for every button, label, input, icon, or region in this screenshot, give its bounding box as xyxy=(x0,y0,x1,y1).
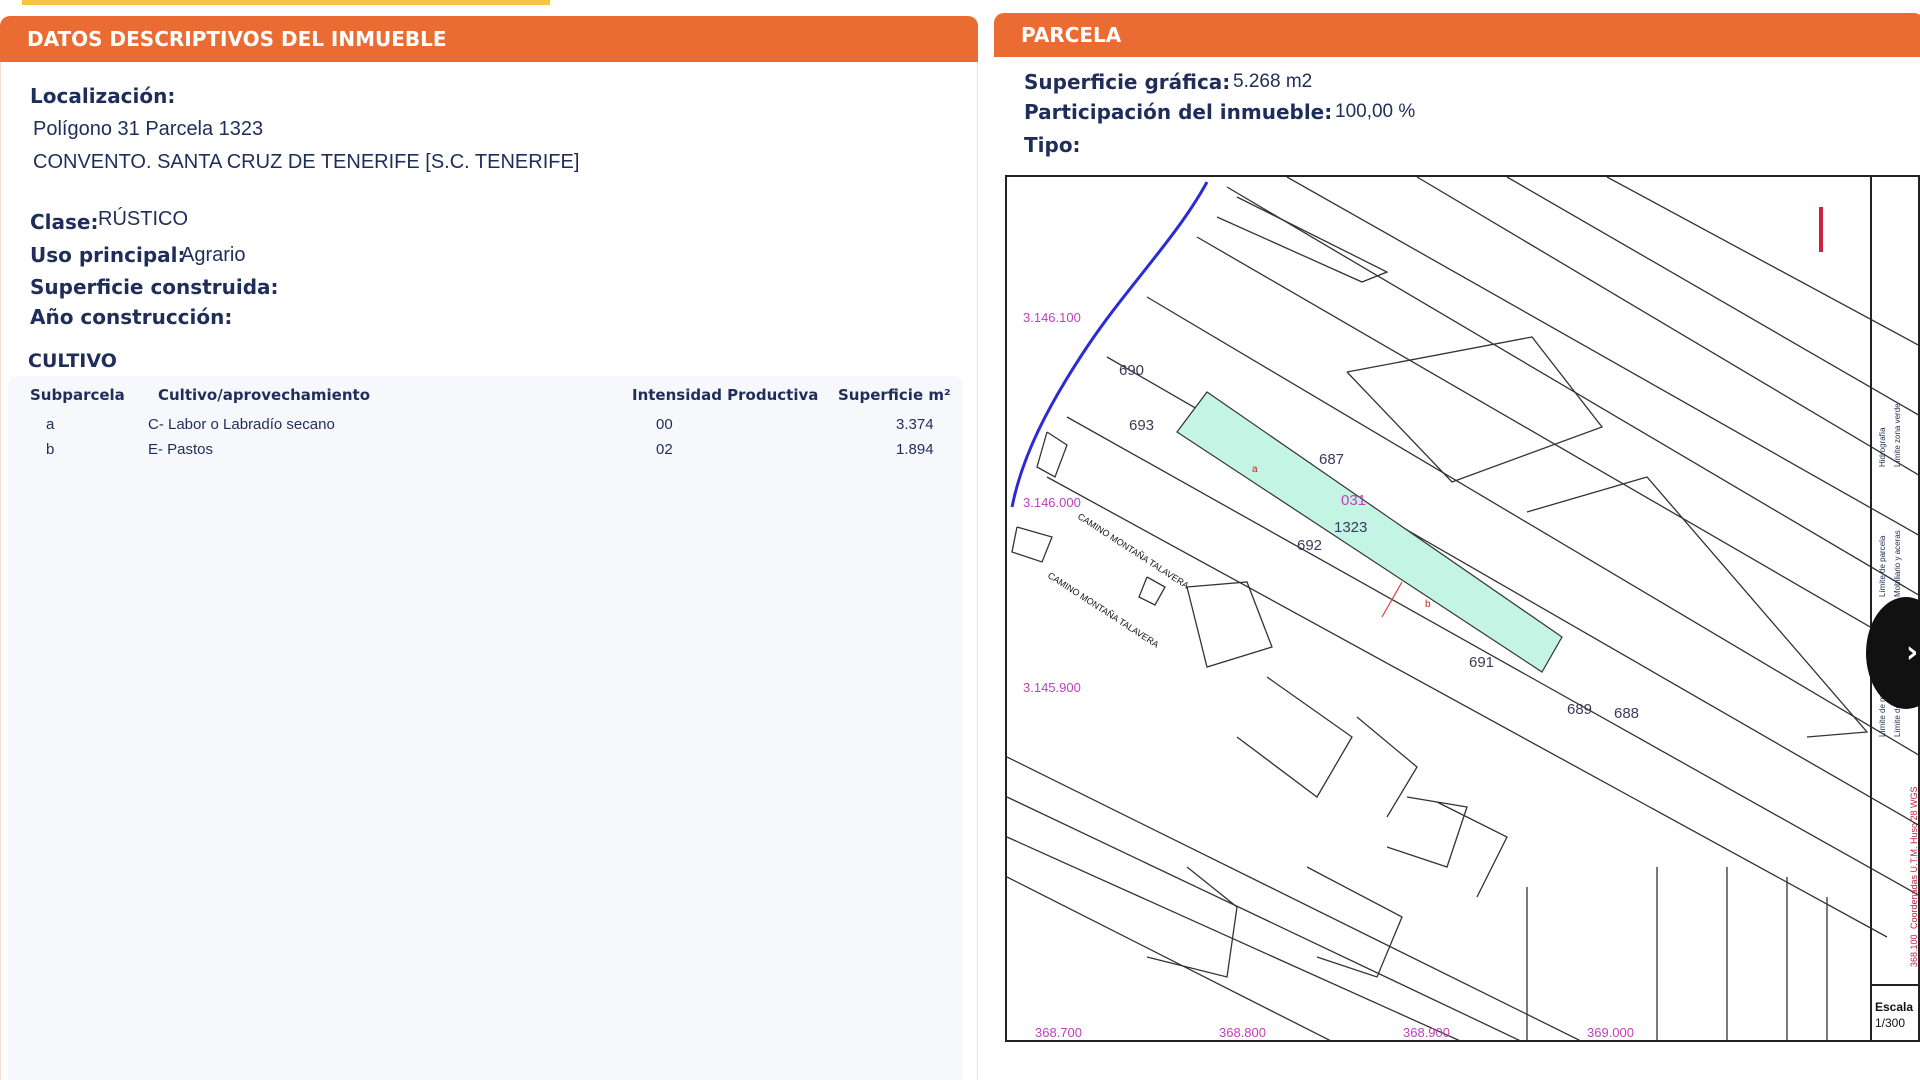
x-coord-368700: 368.700 xyxy=(1035,1025,1082,1040)
table-row-0-subparcela: a xyxy=(46,416,55,433)
parcel-number-688: 688 xyxy=(1614,705,1639,722)
map-subparcel-b: b xyxy=(1425,599,1431,610)
superficie-construida-label: Superficie construida: xyxy=(30,275,279,299)
clase-value: RÚSTICO xyxy=(98,208,188,230)
parcel-number-687: 687 xyxy=(1319,451,1344,468)
parcel-number-691: 691 xyxy=(1469,654,1494,671)
chevron-right-icon: › xyxy=(1906,635,1919,670)
coords-caption: Coordenadas U.T.M. Huso 28 WGS xyxy=(1909,786,1919,929)
parcel-number-1323: 1323 xyxy=(1334,519,1367,536)
participacion-value: 100,00 % xyxy=(1335,101,1416,122)
highlighted-parcel[interactable] xyxy=(1176,391,1563,673)
legend-item-6: Límite zona verde xyxy=(1893,403,1902,467)
map-subparcel-a: a xyxy=(1252,464,1258,475)
polygon-number-031: 031 xyxy=(1341,492,1366,509)
cadastral-map-svg: a b 690 693 687 031 1323 692 691 689 688… xyxy=(1007,177,1919,1040)
y-coord-3146000: 3.146.000 xyxy=(1023,495,1081,510)
uso-principal-label: Uso principal: xyxy=(30,243,186,267)
localizacion-line1: Polígono 31 Parcela 1323 xyxy=(33,118,264,140)
tipo-label: Tipo: xyxy=(1024,133,1081,157)
cultivo-title: CULTIVO xyxy=(28,350,117,372)
x-coord-368800: 368.800 xyxy=(1219,1025,1266,1040)
top-accent-bar xyxy=(22,0,550,5)
parcel-number-692: 692 xyxy=(1297,537,1322,554)
right-panel-header: PARCELA xyxy=(994,13,1920,57)
table-row-1-cultivo: E- Pastos xyxy=(148,441,214,458)
superficie-grafica-label: Superficie gráfica: xyxy=(1024,70,1231,94)
table-row-0-intensidad: 00 xyxy=(656,416,673,433)
y-coord-3145900: 3.145.900 xyxy=(1023,680,1081,695)
col-header-superficie: Superficie m² xyxy=(838,386,951,404)
legend-item-5: Hidrografía xyxy=(1878,427,1887,467)
col-header-cultivo: Cultivo/aprovechamiento xyxy=(158,386,371,404)
col-header-intensidad: Intensidad Productiva xyxy=(632,386,819,404)
table-row-1-subparcela: b xyxy=(46,441,55,458)
x-coord-369000: 369.000 xyxy=(1587,1025,1634,1040)
scale-value: 1/300 xyxy=(1875,1016,1905,1030)
table-row-1-superficie: 1.894 xyxy=(896,441,934,458)
manzana-boundary xyxy=(1010,181,1209,508)
y-coord-3146100: 3.146.100 xyxy=(1023,310,1081,325)
clase-label: Clase: xyxy=(30,210,99,234)
uso-principal-value: Agrario xyxy=(181,244,246,266)
localizacion-line2: CONVENTO. SANTA CRUZ DE TENERIFE [S.C. T… xyxy=(33,151,580,173)
road-label-camino-2: CAMINO MONTAÑA TALAVERA xyxy=(1046,570,1161,649)
parcel-number-693: 693 xyxy=(1129,417,1154,434)
anio-construccion-label: Año construcción: xyxy=(30,305,233,329)
participacion-label: Participación del inmueble: xyxy=(1024,100,1333,124)
localizacion-label: Localización: xyxy=(30,84,176,108)
parcel-number-689: 689 xyxy=(1567,701,1592,718)
road-label-camino-1: CAMINO MONTAÑA TALAVERA xyxy=(1076,511,1191,590)
col-header-subparcela: Subparcela xyxy=(30,386,125,404)
superficie-grafica-value: 5.268 m2 xyxy=(1233,71,1313,92)
left-panel-header: DATOS DESCRIPTIVOS DEL INMUEBLE xyxy=(0,16,978,62)
parcel-number-690: 690 xyxy=(1119,362,1144,379)
legend-item-2: Límite de parcela xyxy=(1878,535,1887,597)
coords-caption-prefix: 368.100 xyxy=(1909,934,1919,967)
subparcel-divider xyxy=(1381,581,1403,618)
scale-label: Escala xyxy=(1875,1000,1913,1014)
table-row-1-intensidad: 02 xyxy=(656,441,673,458)
cadastral-map[interactable]: a b 690 693 687 031 1323 692 691 689 688… xyxy=(1005,175,1920,1042)
table-row-0-superficie: 3.374 xyxy=(896,416,934,433)
x-coord-368900: 368.900 xyxy=(1403,1025,1450,1040)
north-arrow-icon xyxy=(1819,207,1823,252)
cultivo-table: Subparcela Cultivo/aprovechamiento Inten… xyxy=(8,376,963,1080)
legend-item-4: Mobiliario y aceras xyxy=(1893,530,1902,597)
table-row-0-cultivo: C- Labor o Labradío secano xyxy=(148,416,335,433)
